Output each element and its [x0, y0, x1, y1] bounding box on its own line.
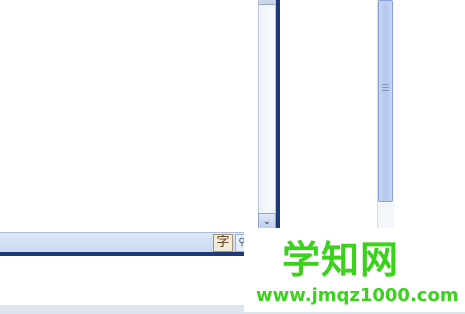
chevron-down-icon: ⌄	[262, 216, 272, 227]
right-scroll-thumb[interactable]	[378, 0, 393, 202]
watermark-title: 学知网	[282, 238, 400, 282]
window-bottom-border	[0, 252, 280, 256]
left-vertical-scrollbar[interactable]	[258, 0, 276, 232]
ime-character-button[interactable]: 字	[213, 234, 233, 252]
left-scroll-thumb[interactable]	[259, 0, 275, 5]
screenshot-stage: ⌄ 字 ⚲ 学知网 www.jmqz1000.com	[0, 0, 465, 314]
watermark-url: www.jmqz1000.com	[256, 285, 459, 306]
grip-icon	[382, 84, 389, 92]
left-window-content[interactable]	[0, 0, 278, 232]
